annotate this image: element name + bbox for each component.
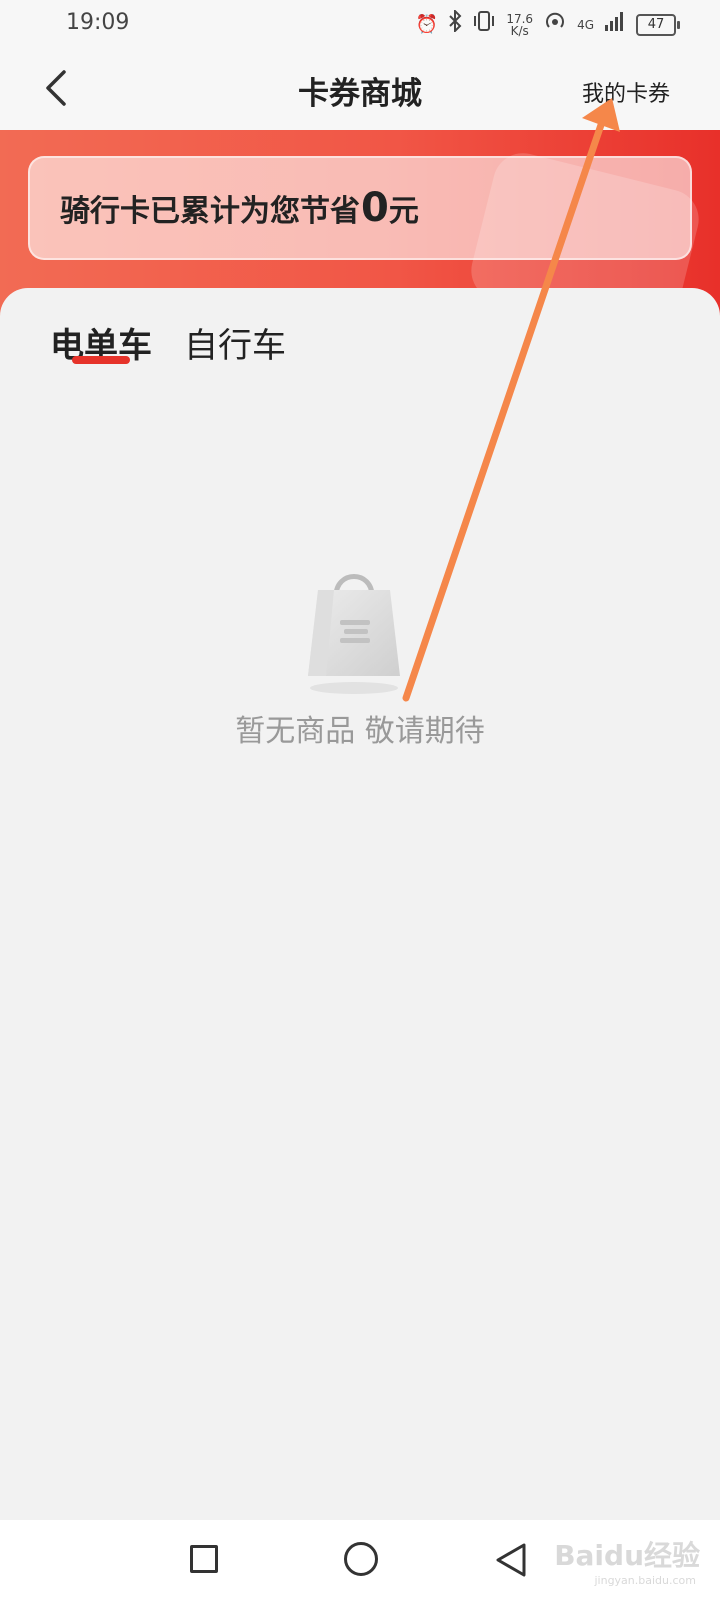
my-coupons-button[interactable]: 我的卡券 <box>582 76 670 108</box>
system-nav-bar: Baidu经验 jingyan.baidu.com <box>0 1520 720 1600</box>
vibrate-icon <box>472 10 496 39</box>
home-button[interactable] <box>344 1542 378 1576</box>
savings-unit: 元 <box>388 194 419 229</box>
recent-apps-button[interactable] <box>190 1545 218 1573</box>
battery-indicator: 47 <box>636 13 680 36</box>
network-speed: 17.6 K/s <box>506 13 533 37</box>
content-panel: 电单车 自行车 <box>0 288 720 1520</box>
tab-active-indicator <box>72 356 130 364</box>
bluetooth-icon <box>448 8 462 39</box>
status-time: 19:09 <box>66 10 130 35</box>
savings-label: 骑行卡已累计为您节省 <box>60 194 360 229</box>
shopping-bag-icon <box>308 574 400 694</box>
savings-amount: 0 <box>361 185 389 231</box>
savings-card: 骑行卡已累计为您节省 0 元 <box>28 156 692 260</box>
back-nav-button[interactable] <box>494 1542 528 1578</box>
hotspot-icon <box>543 10 567 39</box>
status-icons: ⏰ 17.6 K/s 4G 47 <box>415 8 680 39</box>
tab-bicycle[interactable]: 自行车 <box>184 318 286 367</box>
speed-unit: K/s <box>510 23 529 38</box>
watermark-url: jingyan.baidu.com <box>594 1574 696 1587</box>
watermark-logo: Baidu经验 <box>554 1539 700 1572</box>
nav-bar: 卡券商城 我的卡券 <box>0 48 720 130</box>
speed-value: 17.6 <box>506 11 534 26</box>
status-bar: 19:09 ⏰ 17.6 K/s 4G 47 <box>0 0 720 48</box>
empty-state-text: 暂无商品 敬请期待 <box>235 714 485 749</box>
network-type: 4G <box>577 17 594 32</box>
signal-icon <box>604 11 626 38</box>
alarm-icon: ⏰ <box>415 13 439 35</box>
